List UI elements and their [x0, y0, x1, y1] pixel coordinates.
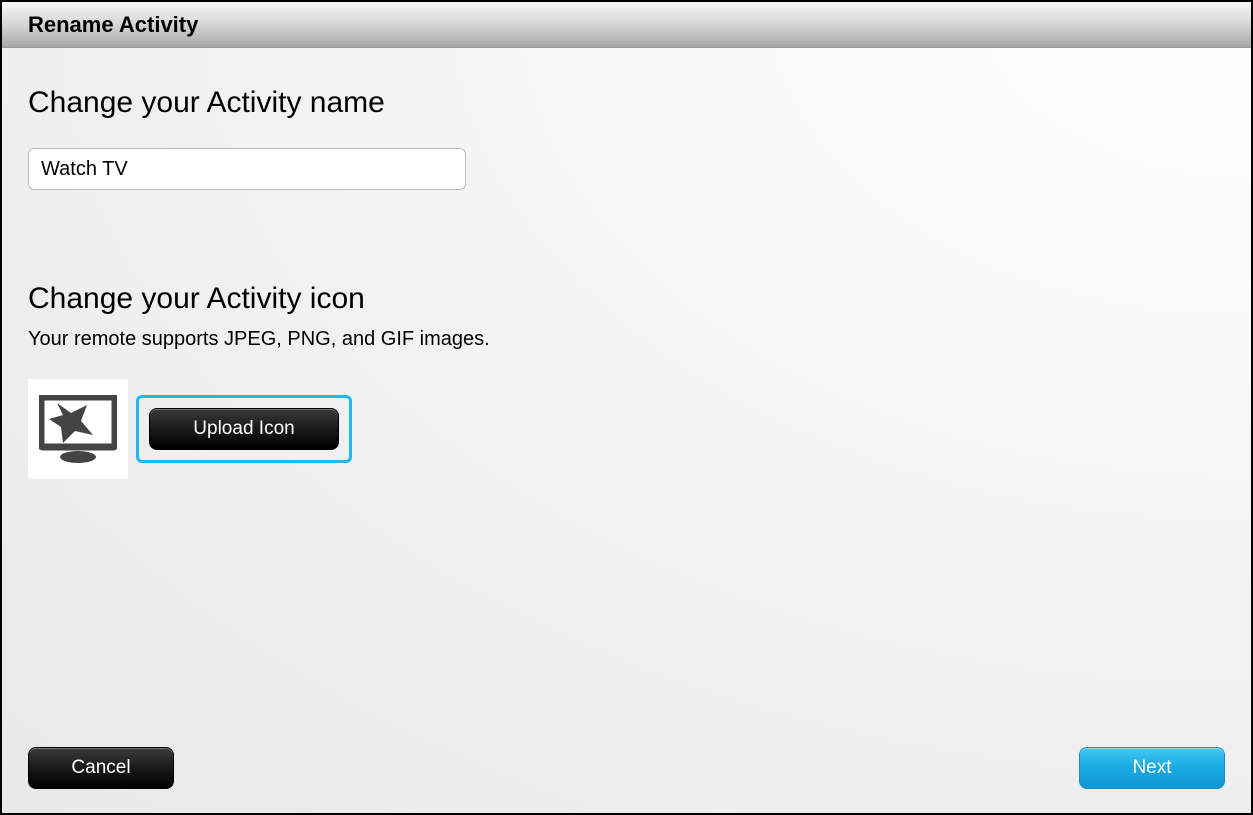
dialog-content: Change your Activity name Change your Ac… [2, 48, 1251, 813]
upload-icon-button[interactable]: Upload Icon [149, 408, 339, 450]
cancel-button[interactable]: Cancel [28, 747, 174, 789]
dialog-title: Rename Activity [28, 12, 198, 38]
name-section-heading: Change your Activity name [28, 86, 1225, 120]
activity-icon-preview [28, 379, 128, 479]
icon-row: Upload Icon [28, 379, 1225, 479]
icon-section-heading: Change your Activity icon [28, 282, 1225, 316]
dialog-footer: Cancel Next [28, 747, 1225, 789]
icon-supports-text: Your remote supports JPEG, PNG, and GIF … [28, 328, 1225, 351]
dialog-titlebar: Rename Activity [2, 2, 1251, 48]
activity-name-input[interactable] [28, 148, 466, 190]
next-button[interactable]: Next [1079, 747, 1225, 789]
upload-icon-highlight: Upload Icon [136, 395, 352, 463]
tv-star-icon [39, 395, 117, 463]
rename-activity-dialog: Rename Activity Change your Activity nam… [0, 0, 1253, 815]
